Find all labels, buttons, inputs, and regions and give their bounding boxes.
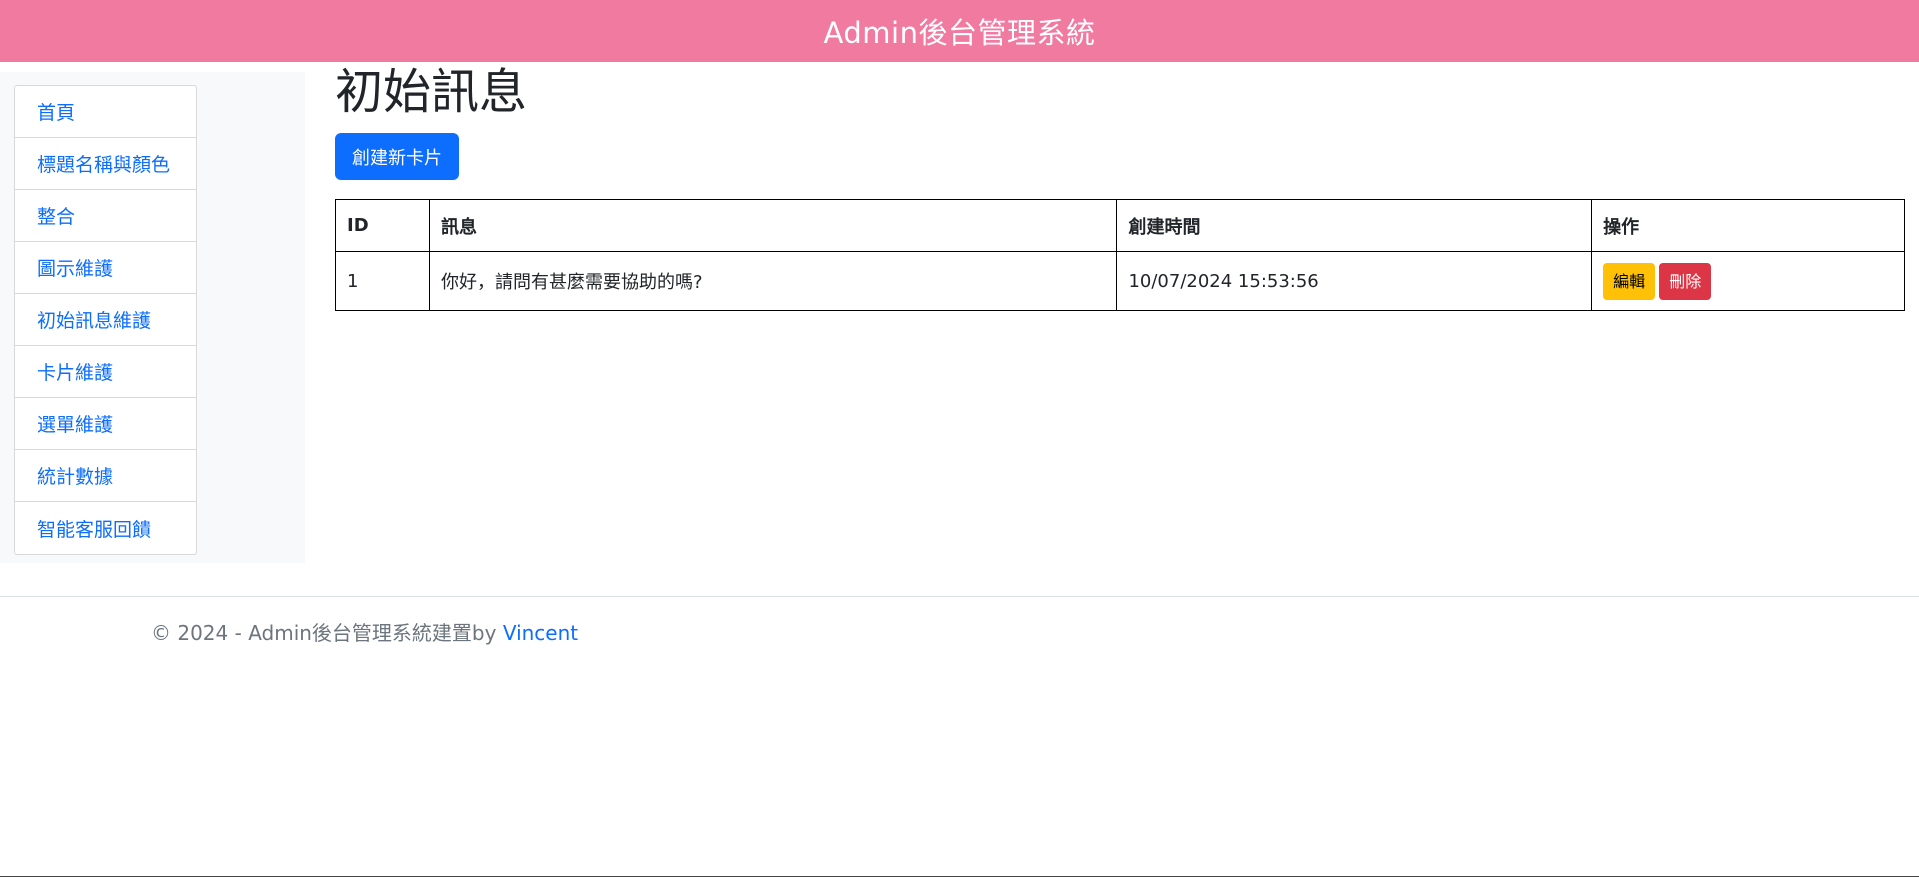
sidebar-item-title-and-color[interactable]: 標題名稱與顏色 (15, 138, 196, 190)
delete-button[interactable]: 刪除 (1659, 262, 1712, 300)
sidebar-item-icon-maintenance[interactable]: 圖示維護 (15, 242, 196, 294)
messages-table: ID 訊息 創建時間 操作 1 你好，請問有甚麼需要協助的嗎? 10/07/20… (335, 199, 1905, 311)
cell-message: 你好，請問有甚麼需要協助的嗎? (428, 251, 1118, 311)
footer-divider (0, 596, 1919, 597)
footer-copyright: © 2024 - Admin後台管理系統建置by (151, 621, 497, 645)
page-title: 初始訊息 (335, 64, 528, 120)
sidebar-item-integration[interactable]: 整合 (15, 190, 196, 242)
top-header-bar: Admin後台管理系統 (0, 0, 1919, 62)
table-header-row: ID 訊息 創建時間 操作 (335, 199, 1905, 252)
sidebar-item-card-maintenance[interactable]: 卡片維護 (15, 346, 196, 398)
cell-actions: 編輯 刪除 (1591, 251, 1905, 311)
sidebar-nav: 首頁 標題名稱與顏色 整合 圖示維護 初始訊息維護 卡片維護 選單維護 統計數據… (14, 85, 197, 555)
edit-button[interactable]: 編輯 (1603, 262, 1656, 300)
table-row: 1 你好，請問有甚麼需要協助的嗎? 10/07/2024 15:53:56 編輯… (335, 251, 1905, 311)
sidebar-item-statistics[interactable]: 統計數據 (15, 450, 196, 502)
sidebar-item-menu-maintenance[interactable]: 選單維護 (15, 398, 196, 450)
sidebar-panel: 首頁 標題名稱與顏色 整合 圖示維護 初始訊息維護 卡片維護 選單維護 統計數據… (0, 72, 305, 563)
column-header-message: 訊息 (428, 199, 1118, 252)
sidebar-item-home[interactable]: 首頁 (15, 86, 196, 138)
main-content: 初始訊息 創建新卡片 ID 訊息 創建時間 操作 1 你好，請問有甚麼需要協助的… (335, 62, 1905, 311)
cell-id: 1 (335, 251, 430, 311)
footer: © 2024 - Admin後台管理系統建置by Vincent (151, 617, 578, 646)
column-header-id: ID (335, 199, 430, 252)
footer-author-link[interactable]: Vincent (503, 621, 578, 645)
sidebar-item-chatbot-feedback[interactable]: 智能客服回饋 (15, 502, 196, 554)
app-title: Admin後台管理系統 (823, 16, 1096, 50)
sidebar-item-initial-message-maintenance[interactable]: 初始訊息維護 (15, 294, 196, 346)
cell-created-time: 10/07/2024 15:53:56 (1116, 251, 1593, 311)
create-card-button[interactable]: 創建新卡片 (335, 133, 459, 180)
column-header-created-time: 創建時間 (1116, 199, 1593, 252)
column-header-actions: 操作 (1591, 199, 1905, 252)
